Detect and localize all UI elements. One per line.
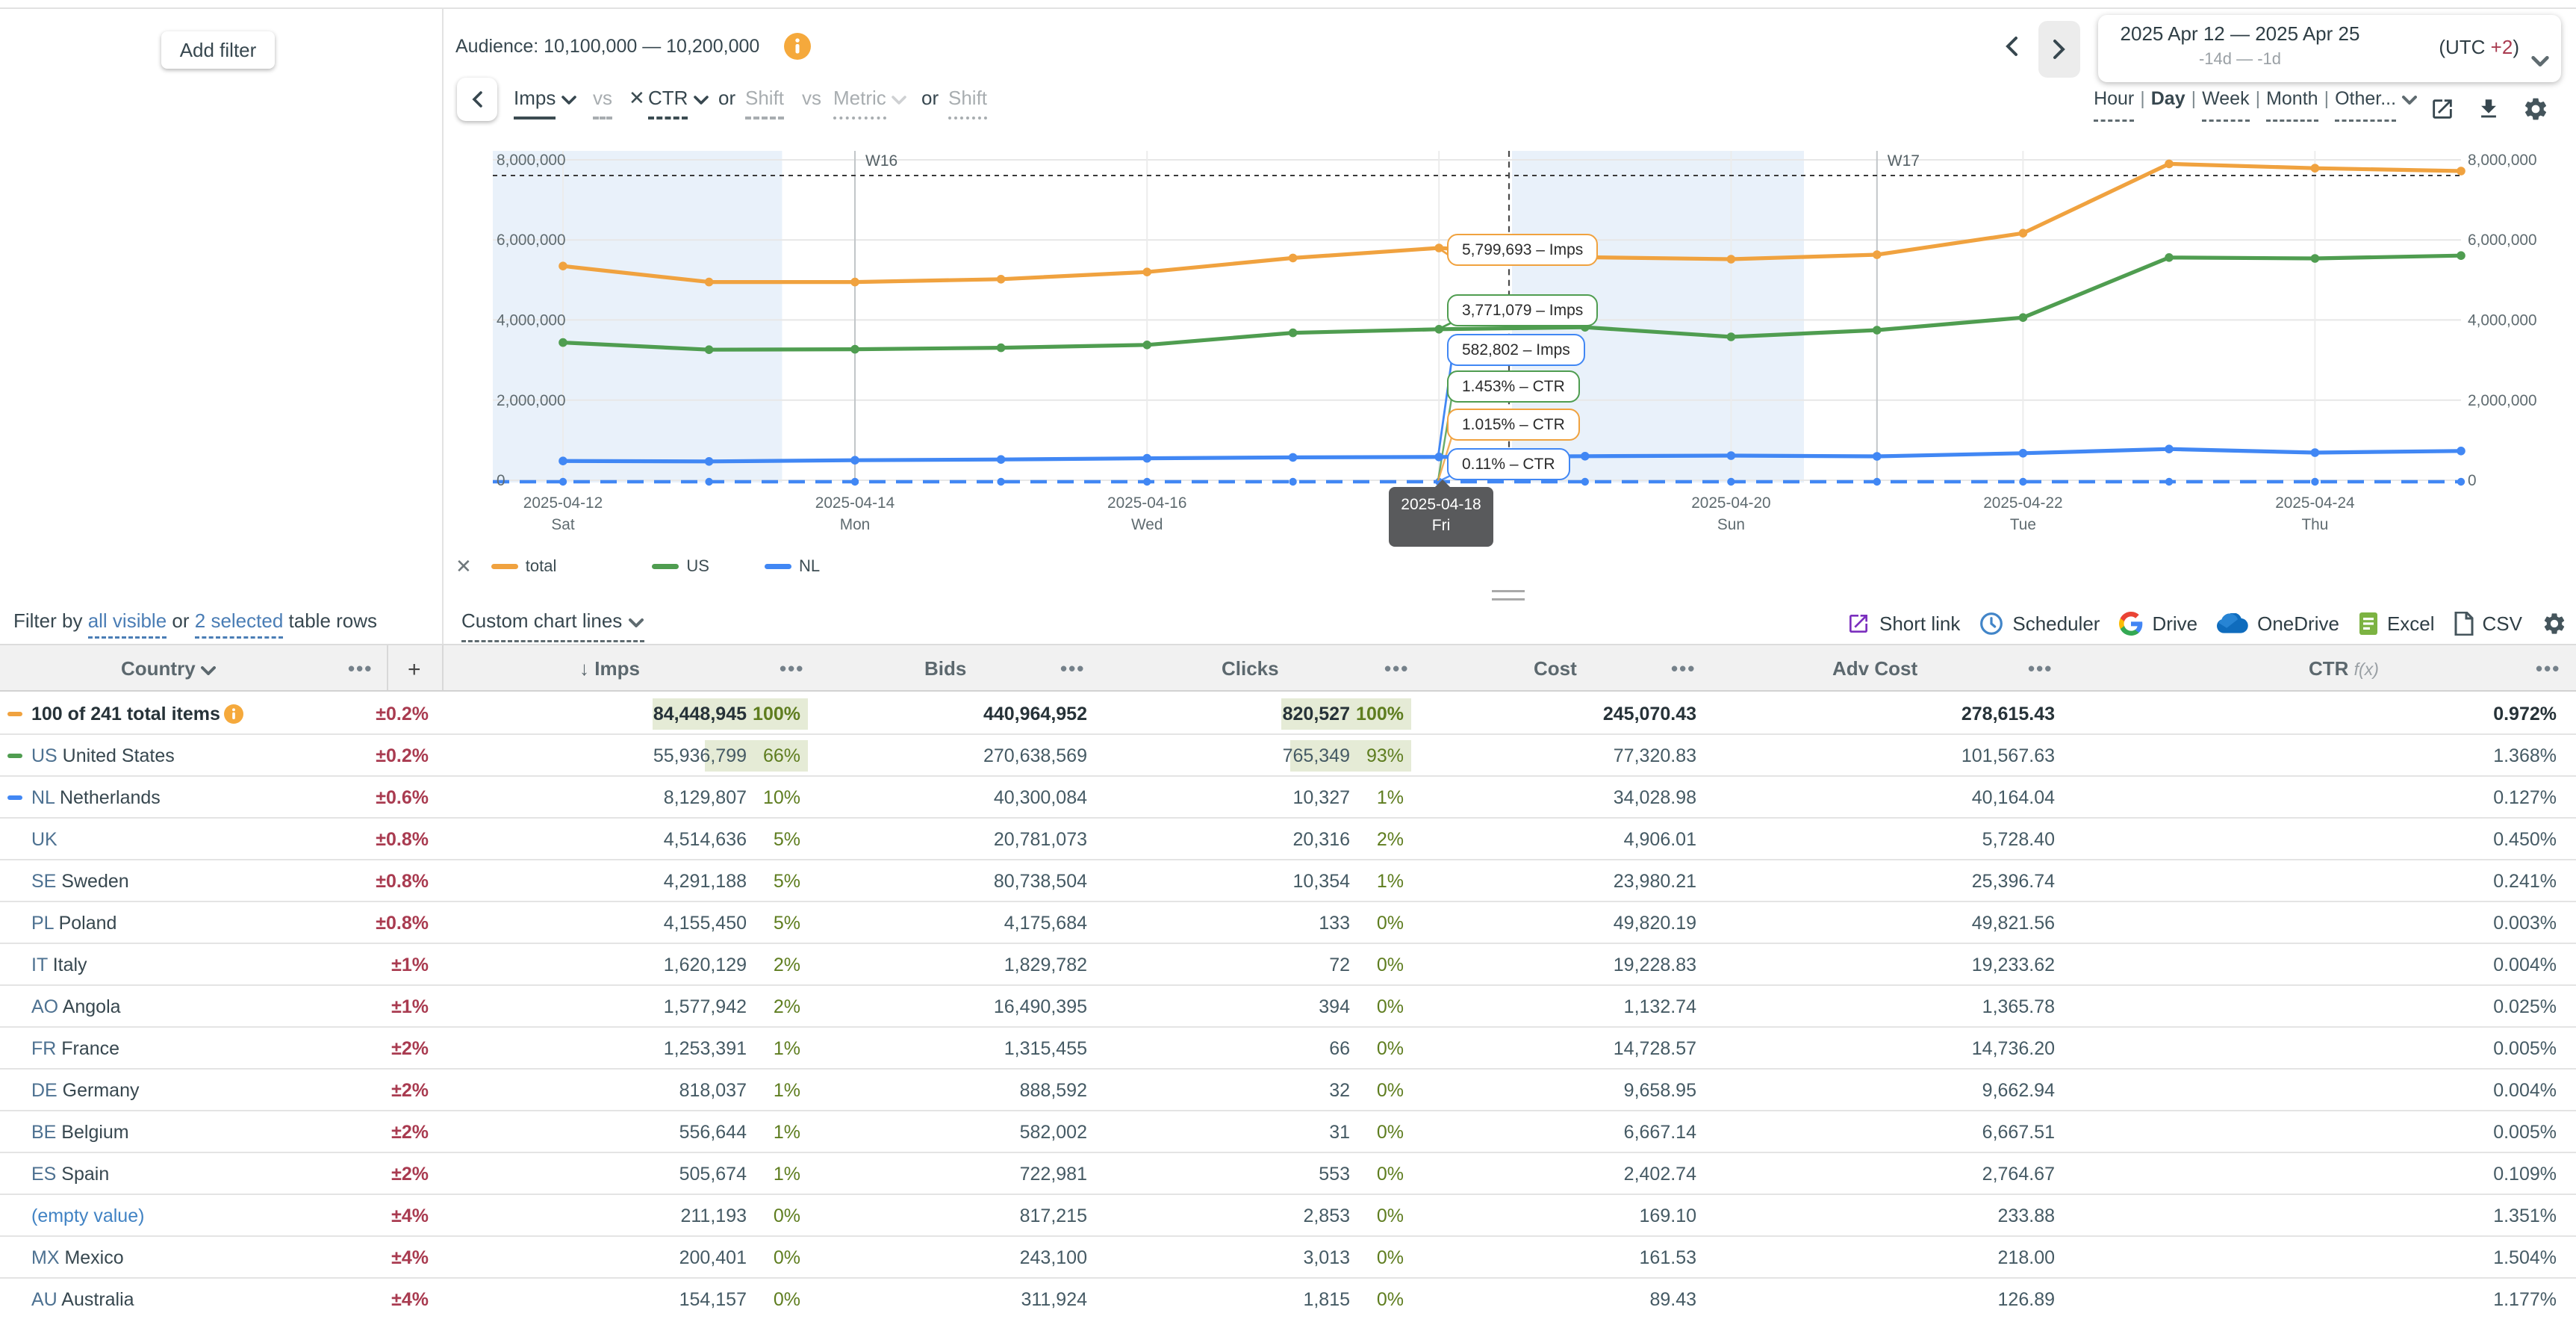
svg-text:2025-04-24: 2025-04-24 [2275, 494, 2354, 512]
svg-text:Wed: Wed [1131, 516, 1163, 533]
svg-text:4,000,000: 4,000,000 [497, 312, 566, 329]
svg-text:0: 0 [2468, 472, 2477, 489]
svg-text:6,000,000: 6,000,000 [2468, 232, 2537, 249]
svg-text:Tue: Tue [2010, 516, 2036, 533]
svg-text:W16: W16 [865, 152, 897, 170]
svg-text:8,000,000: 8,000,000 [497, 152, 566, 169]
svg-text:Sat: Sat [551, 516, 574, 533]
svg-text:2,000,000: 2,000,000 [497, 392, 566, 409]
svg-text:4,000,000: 4,000,000 [2468, 312, 2537, 329]
svg-text:2025-04-16: 2025-04-16 [1107, 494, 1186, 512]
svg-text:2,000,000: 2,000,000 [2468, 392, 2537, 409]
svg-text:Mon: Mon [840, 516, 870, 533]
svg-text:8,000,000: 8,000,000 [2468, 152, 2537, 169]
svg-text:Sun: Sun [1717, 516, 1745, 533]
svg-text:Thu: Thu [2301, 516, 2328, 533]
svg-text:2025-04-20: 2025-04-20 [1691, 494, 1770, 512]
svg-text:6,000,000: 6,000,000 [497, 232, 566, 249]
svg-text:2025-04-22: 2025-04-22 [1983, 494, 2062, 512]
svg-text:W17: W17 [1888, 152, 1920, 170]
svg-text:2025-04-14: 2025-04-14 [815, 494, 895, 512]
svg-text:0: 0 [497, 472, 505, 489]
svg-text:2025-04-12: 2025-04-12 [523, 494, 603, 512]
